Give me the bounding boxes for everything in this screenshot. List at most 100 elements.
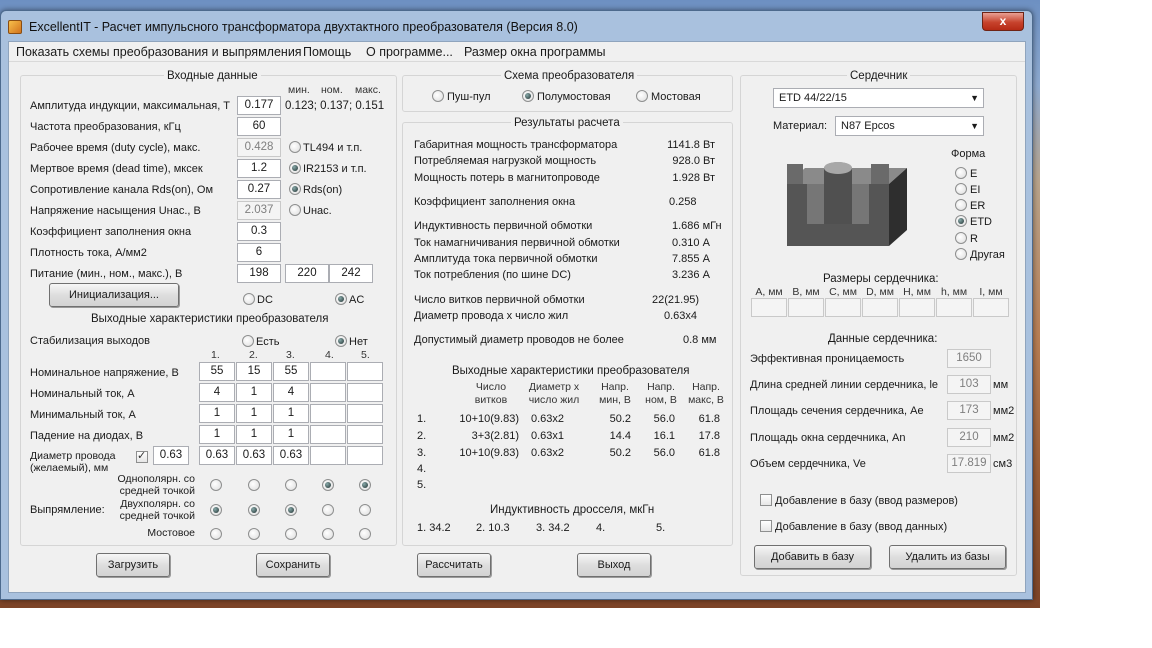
out-diode-5[interactable] (347, 425, 383, 444)
duty-input[interactable]: 0.428 (237, 138, 281, 157)
wire-2[interactable]: 0.63 (236, 446, 272, 465)
radio-stab-no[interactable] (335, 335, 347, 347)
res-load-value: 928.0 Вт (672, 155, 715, 167)
out-diode-4[interactable] (310, 425, 346, 444)
add-db-button[interactable]: Добавить в базу (754, 545, 871, 569)
radio-usat[interactable] (289, 204, 301, 216)
out-voltage-2[interactable]: 15 (236, 362, 272, 381)
menu-window-size[interactable]: Размер окна программы (464, 45, 606, 59)
cb-add-dims[interactable] (760, 494, 772, 506)
wire-checkbox[interactable] (136, 449, 148, 463)
out-mincurrent-4[interactable] (310, 404, 346, 423)
out-mincurrent-5[interactable] (347, 404, 383, 423)
wire-5[interactable] (347, 446, 383, 465)
rect-bridge-2[interactable] (248, 528, 260, 540)
del-db-button[interactable]: Удалить из базы (889, 545, 1006, 569)
dim-a-input[interactable] (751, 298, 787, 317)
rect-bridge-4[interactable] (322, 528, 334, 540)
calc-button[interactable]: Рассчитать (417, 553, 491, 577)
dim-i-input[interactable] (973, 298, 1009, 317)
rect-bridge-1[interactable] (210, 528, 222, 540)
cb-add-data[interactable] (760, 520, 772, 532)
radio-ac[interactable] (335, 293, 347, 305)
param-le-input[interactable]: 103 (947, 375, 991, 394)
menu-about[interactable]: О программе... (366, 45, 453, 59)
out-mincurrent-2[interactable]: 1 (236, 404, 272, 423)
radio-shape-ei[interactable] (955, 183, 967, 195)
out-voltage-4[interactable] (310, 362, 346, 381)
param-mu-input[interactable]: 1650 (947, 349, 991, 368)
out-current-3[interactable]: 4 (273, 383, 309, 402)
menu-show-schemes[interactable]: Показать схемы преобразования и выпрямле… (16, 45, 302, 59)
material-select[interactable]: N87 Epcos ▼ (835, 116, 984, 136)
init-button[interactable]: Инициализация... (49, 283, 179, 307)
rect-single-5[interactable] (359, 479, 371, 491)
out-mincurrent-3[interactable]: 1 (273, 404, 309, 423)
radio-stab-yes[interactable] (242, 335, 254, 347)
supply-min-input[interactable]: 198 (237, 264, 281, 283)
density-input[interactable]: 6 (237, 243, 281, 262)
save-button[interactable]: Сохранить (256, 553, 330, 577)
out-current-4[interactable] (310, 383, 346, 402)
close-button[interactable]: x (982, 12, 1024, 31)
rect-dual-1[interactable] (210, 504, 222, 516)
rect-dual-4[interactable] (322, 504, 334, 516)
core-select[interactable]: ETD 44/22/15 ▼ (773, 88, 984, 108)
radio-halfbridge[interactable] (522, 90, 534, 102)
radio-ir2153[interactable] (289, 162, 301, 174)
rect-single-1[interactable] (210, 479, 222, 491)
rect-single-4[interactable] (322, 479, 334, 491)
dim-hh-input[interactable] (899, 298, 935, 317)
rect-dual-2[interactable] (248, 504, 260, 516)
load-button[interactable]: Загрузить (96, 553, 170, 577)
wire-3[interactable]: 0.63 (273, 446, 309, 465)
induction-input[interactable]: 0.177 (237, 96, 281, 115)
param-ve-input[interactable]: 17.819 (947, 454, 991, 473)
rds-input[interactable]: 0.27 (237, 180, 281, 199)
rect-single-2[interactable] (248, 479, 260, 491)
out-diode-1[interactable]: 1 (199, 425, 235, 444)
radio-rds[interactable] (289, 183, 301, 195)
title-bar[interactable]: ExcellentIT - Расчет импульсного трансфо… (1, 11, 1032, 41)
exit-button[interactable]: Выход (577, 553, 651, 577)
out-current-5[interactable] (347, 383, 383, 402)
fill-input[interactable]: 0.3 (237, 222, 281, 241)
out-voltage-5[interactable] (347, 362, 383, 381)
radio-pushpull[interactable] (432, 90, 444, 102)
wire-4[interactable] (310, 446, 346, 465)
out-diode-2[interactable]: 1 (236, 425, 272, 444)
param-ae-input[interactable]: 173 (947, 401, 991, 420)
dim-d-input[interactable] (862, 298, 898, 317)
radio-shape-r[interactable] (955, 232, 967, 244)
supply-max-input[interactable]: 242 (329, 264, 373, 283)
out-diode-3[interactable]: 1 (273, 425, 309, 444)
wire-main-input[interactable]: 0.63 (153, 446, 189, 465)
rect-dual-3[interactable] (285, 504, 297, 516)
param-an-input[interactable]: 210 (947, 428, 991, 447)
out-voltage-3[interactable]: 55 (273, 362, 309, 381)
wire-1[interactable]: 0.63 (199, 446, 235, 465)
rect-single-3[interactable] (285, 479, 297, 491)
radio-shape-etd[interactable] (955, 215, 967, 227)
out-current-1[interactable]: 4 (199, 383, 235, 402)
dim-b-input[interactable] (788, 298, 824, 317)
radio-dc[interactable] (243, 293, 255, 305)
dim-c-input[interactable] (825, 298, 861, 317)
out-current-2[interactable]: 1 (236, 383, 272, 402)
dim-h-input[interactable] (936, 298, 972, 317)
radio-shape-er[interactable] (955, 199, 967, 211)
radio-tl494[interactable] (289, 141, 301, 153)
rect-dual-5[interactable] (359, 504, 371, 516)
dead-input[interactable]: 1.2 (237, 159, 281, 178)
out-voltage-1[interactable]: 55 (199, 362, 235, 381)
supply-nom-input[interactable]: 220 (285, 264, 329, 283)
radio-shape-other[interactable] (955, 248, 967, 260)
out-mincurrent-1[interactable]: 1 (199, 404, 235, 423)
radio-bridge[interactable] (636, 90, 648, 102)
radio-shape-e[interactable] (955, 167, 967, 179)
rect-bridge-3[interactable] (285, 528, 297, 540)
rect-bridge-5[interactable] (359, 528, 371, 540)
menu-help[interactable]: Помощь (303, 45, 351, 59)
freq-input[interactable]: 60 (237, 117, 281, 136)
usat-input[interactable]: 2.037 (237, 201, 281, 220)
